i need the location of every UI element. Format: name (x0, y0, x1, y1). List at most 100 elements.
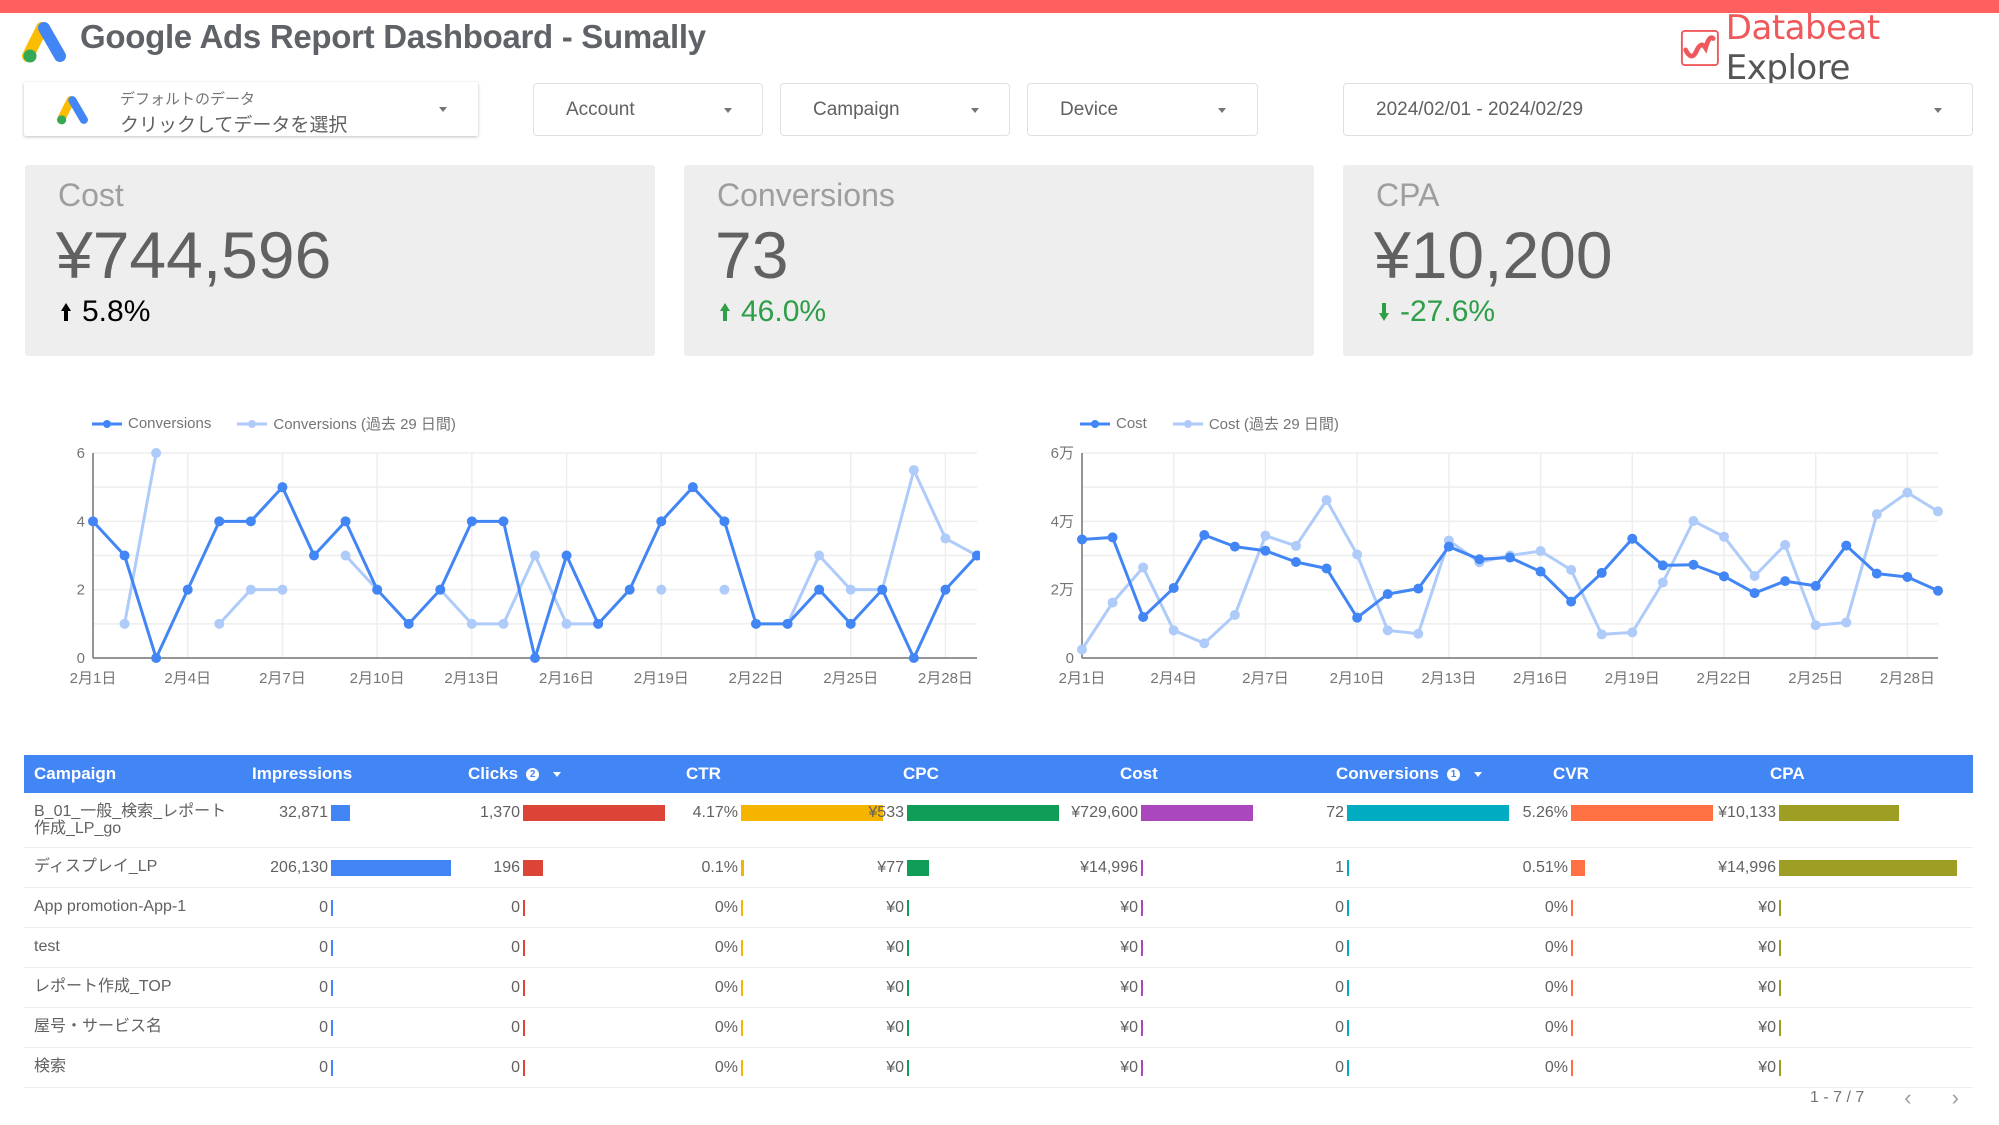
sort-caret-icon[interactable] (553, 771, 562, 777)
table-header: Campaign Impressions Clicks 2 CTR CPC Cost Conv… (24, 755, 1973, 793)
data-source-selector[interactable]: デフォルトのデータ クリックしてデータを選択 (24, 82, 478, 136)
y-tick-label: 4万 (1051, 513, 1074, 530)
series-current-point (309, 550, 319, 561)
series-current-point (1138, 612, 1149, 622)
series-previous-point (719, 584, 730, 595)
column-header-ctr[interactable]: CTR (686, 764, 721, 784)
arrow-down-icon (1379, 303, 1389, 321)
series-current-point (403, 618, 414, 629)
series-current-point (656, 516, 667, 527)
column-header-conversions[interactable]: Conversions 1 (1336, 764, 1482, 784)
campaign-filter[interactable]: Campaign (780, 83, 1010, 136)
column-header-cpc[interactable]: CPC (903, 764, 939, 784)
kpi-delta-value: 5.8% (82, 295, 151, 328)
dashboard-title: Google Ads Report Dashboard - Sumally (80, 18, 706, 55)
column-header-label: CPA (1770, 764, 1805, 783)
x-tick-label: 2月1日 (70, 670, 117, 687)
table-row[interactable]: App promotion-App-1 0 0 0% ¥0 ¥0 0 0% ¥0 (24, 888, 1973, 928)
metric-bar (1779, 860, 1957, 876)
table-row[interactable]: レポート作成_TOP 0 0 0% ¥0 ¥0 0 0% ¥0 (24, 968, 1973, 1008)
series-current-point (1168, 582, 1179, 593)
table-row[interactable]: 検索 0 0 0% ¥0 ¥0 0 0% ¥0 (24, 1048, 1973, 1088)
table-row[interactable]: test 0 0 0% ¥0 ¥0 0 0% ¥0 (24, 928, 1973, 968)
x-tick-label: 2月7日 (259, 670, 306, 687)
info-icon[interactable]: 1 (1446, 767, 1460, 781)
series-previous-point (119, 618, 130, 629)
table-row[interactable]: B_01_一般_検索_レポート作成_LP_go 32,871 1,370 4.17% ¥… (24, 793, 1973, 848)
x-tick-label: 2月25日 (1788, 670, 1843, 687)
series-current-point (877, 584, 888, 595)
series-current-point (435, 584, 446, 595)
series-previous-point (1229, 609, 1240, 620)
series-previous-point (1535, 546, 1546, 557)
arrow-up-icon (720, 303, 730, 321)
series-previous-point (214, 618, 225, 629)
info-icon[interactable]: 2 (526, 767, 540, 781)
kpi-label: CPA (1376, 177, 1440, 213)
series-previous-point (1719, 531, 1729, 542)
table-row[interactable]: ディスプレイ_LP 206,130 196 0.1% ¥77 ¥14,996 1 0.51% ¥… (24, 848, 1973, 888)
account-filter[interactable]: Account (533, 83, 763, 136)
series-previous-point (1780, 539, 1791, 550)
column-header-cpa[interactable]: CPA (1770, 764, 1805, 784)
table-body: B_01_一般_検索_レポート作成_LP_go 32,871 1,370 4.17% ¥… (24, 793, 1973, 1088)
kpi-card-cost: Cost ¥744,596 5.8% (25, 165, 655, 356)
series-previous-line (344, 554, 379, 591)
metric-value: ¥0 (1758, 1019, 1776, 1036)
x-tick-label: 2月22日 (1696, 670, 1751, 687)
series-current-point (1352, 612, 1363, 623)
y-tick-label: 6 (77, 445, 85, 462)
series-current-point (1841, 540, 1852, 551)
campaign-table: Campaign Impressions Clicks 2 CTR CPC Cost Conv… (24, 755, 1973, 1088)
series-previous-point (1321, 495, 1332, 506)
cost-chart: Cost Cost (過去 29 日間) 2月1日 2月4日 2月7日 2月10日 2月… (1030, 400, 1970, 700)
cost-line-chart: 2月1日 2月4日 2月7日 2月10日 2月13日 2月16日 2月19日 2月22日 2月2… (1051, 445, 1943, 687)
data-source-value: クリックしてデータを選択 (120, 115, 348, 136)
sort-caret-icon[interactable] (1473, 771, 1482, 777)
column-header-label: Impressions (252, 764, 353, 783)
series-previous-point (1352, 549, 1363, 560)
metric-bar (1779, 980, 1781, 996)
series-current-point (908, 653, 919, 663)
metric-bar (1779, 940, 1781, 956)
series-current-point (1443, 541, 1454, 552)
date-range-picker[interactable]: 2024/02/01 - 2024/02/29 (1343, 83, 1973, 136)
metric-value: ¥0 (1758, 939, 1776, 956)
chevron-down-icon (439, 107, 447, 112)
kpi-value: 73 (715, 218, 789, 292)
series-current-point (1871, 568, 1882, 579)
kpi-delta-value: -27.6% (1400, 295, 1496, 328)
chevron-left-icon[interactable]: ‹ (1904, 1085, 1911, 1111)
metric-cell: ¥14,996 (24, 859, 1778, 877)
metric-bar (1779, 1060, 1781, 1076)
series-current-point (1260, 545, 1271, 556)
chevron-right-icon[interactable]: › (1952, 1085, 1959, 1111)
metric-cell: ¥0 (24, 979, 1778, 997)
series-current-point (530, 653, 540, 663)
series-current-point (782, 618, 793, 629)
series-previous-point (1627, 627, 1638, 638)
column-header-clicks[interactable]: Clicks 2 (468, 764, 562, 784)
series-current-point (1382, 589, 1393, 600)
series-current-point (277, 482, 288, 493)
x-tick-label: 2月16日 (539, 670, 594, 687)
series-current-point (719, 516, 730, 527)
series-previous-point (466, 618, 477, 629)
kpi-value: ¥10,200 (1374, 218, 1613, 292)
x-tick-label: 2月28日 (918, 670, 973, 687)
column-header-campaign[interactable]: Campaign (34, 764, 116, 784)
metric-value: ¥0 (1758, 1059, 1776, 1076)
series-previous-point (1810, 620, 1821, 631)
series-previous-line (1080, 491, 1939, 651)
column-header-cvr[interactable]: CVR (1553, 764, 1589, 784)
column-header-cost[interactable]: Cost (1120, 764, 1158, 784)
device-filter[interactable]: Device (1027, 83, 1258, 136)
series-current-point (1933, 585, 1943, 596)
series-current-point (1688, 559, 1699, 570)
table-row[interactable]: 屋号・サービス名 0 0 0% ¥0 ¥0 0 0% ¥0 (24, 1008, 1973, 1048)
column-header-impressions[interactable]: Impressions (252, 764, 352, 784)
series-previous-point (1566, 564, 1577, 575)
column-header-label: CTR (686, 764, 721, 783)
kpi-card-cpa: CPA ¥10,200 -27.6% (1343, 165, 1973, 356)
series-current-point (1657, 560, 1668, 571)
